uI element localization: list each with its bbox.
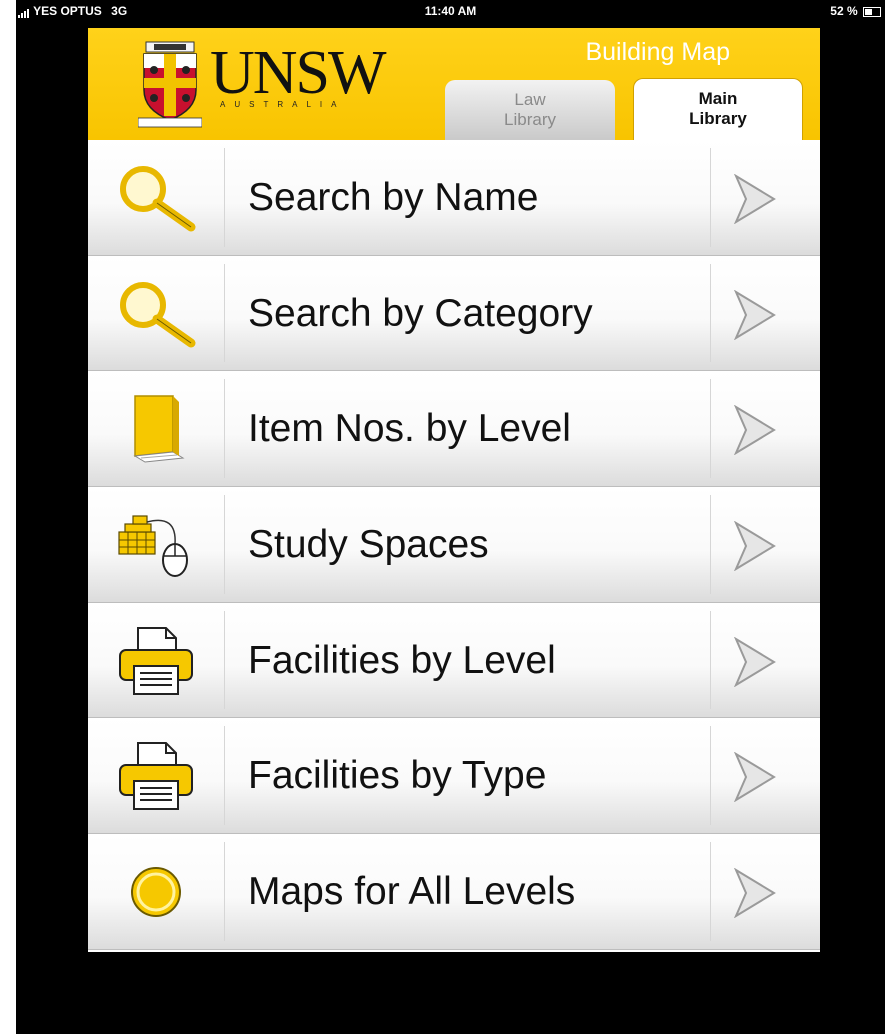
row-divider — [224, 610, 225, 710]
circle-icon — [106, 850, 206, 934]
battery-percent: 52 % — [830, 4, 858, 18]
chevron-right-icon — [734, 868, 776, 919]
left-edge — [0, 0, 16, 1034]
book-icon — [106, 387, 206, 471]
page-title: Building Map — [585, 38, 730, 66]
logo-text: UNSW — [210, 39, 387, 107]
row-divider — [224, 495, 225, 594]
menu-item-item-nos-by-level[interactable]: Item Nos. by Level — [88, 371, 820, 488]
tab-main-library-line1: Main — [698, 89, 738, 108]
magnifier-icon — [106, 156, 206, 240]
chevron-right-icon — [734, 636, 776, 687]
tab-law-library-line1: Law — [514, 90, 546, 109]
menu-item-facilities-by-level[interactable]: Facilities by Level — [88, 602, 820, 719]
tab-main-library-line2: Library — [689, 109, 747, 128]
unsw-crest-icon — [138, 41, 202, 128]
row-divider — [224, 726, 225, 826]
row-divider — [710, 726, 711, 826]
magnifier-icon — [106, 272, 206, 356]
menu-item-label: Facilities by Level — [248, 638, 556, 682]
tab-law-library[interactable]: Law Library — [445, 80, 615, 142]
menu-item-search-by-name[interactable]: Search by Name — [88, 140, 820, 256]
battery-icon — [863, 6, 881, 17]
row-divider — [224, 263, 225, 363]
menu-item-label: Item Nos. by Level — [248, 407, 571, 451]
chevron-right-icon — [734, 405, 776, 456]
menu-item-label: Search by Category — [248, 291, 593, 335]
row-divider — [710, 263, 711, 363]
tab-law-library-line2: Library — [504, 110, 556, 129]
header-bar: UNSW AUSTRALIA Building Map Law Library … — [88, 28, 820, 142]
row-divider — [710, 610, 711, 710]
menu-item-label: Study Spaces — [248, 523, 489, 567]
menu-item-label: Facilities by Type — [248, 754, 547, 798]
menu-item-label: Search by Name — [248, 176, 539, 219]
tab-main-library[interactable]: Main Library — [633, 78, 803, 140]
printer-icon — [106, 619, 206, 703]
row-divider — [710, 495, 711, 594]
printer-icon — [106, 734, 206, 818]
row-divider — [710, 148, 711, 247]
computer-mouse-icon — [106, 503, 206, 587]
app-window: UNSW AUSTRALIA Building Map Law Library … — [88, 28, 820, 952]
menu-list: Search by Name Search by Category Item N… — [88, 140, 820, 950]
row-divider — [224, 379, 225, 479]
status-bar: YES OPTUS 3G 11:40 AM 52 % — [16, 0, 885, 22]
battery-status: 52 % — [830, 4, 881, 18]
row-divider — [224, 842, 225, 941]
row-divider — [224, 148, 225, 247]
menu-item-maps-for-all-levels[interactable]: Maps for All Levels — [88, 834, 820, 950]
menu-item-facilities-by-type[interactable]: Facilities by Type — [88, 718, 820, 835]
menu-item-study-spaces[interactable]: Study Spaces — [88, 487, 820, 603]
logo-subtext: AUSTRALIA — [220, 100, 346, 109]
menu-item-label: Maps for All Levels — [248, 870, 576, 914]
chevron-right-icon — [734, 289, 776, 340]
row-divider — [710, 842, 711, 941]
clock: 11:40 AM — [424, 4, 477, 18]
row-divider — [710, 379, 711, 479]
chevron-right-icon — [734, 174, 776, 224]
chevron-right-icon — [734, 752, 776, 803]
chevron-right-icon — [734, 521, 776, 572]
menu-item-search-by-category[interactable]: Search by Category — [88, 255, 820, 372]
